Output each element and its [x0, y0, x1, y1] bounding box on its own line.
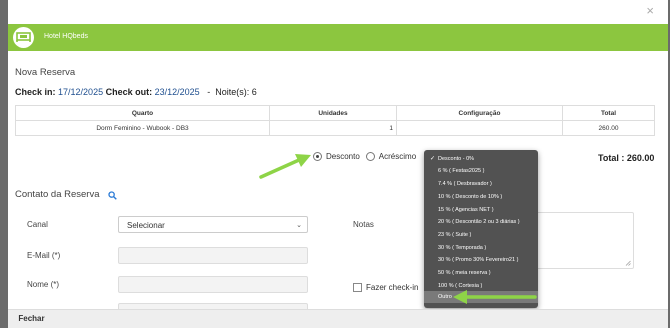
grand-total: Total : 260.00: [598, 153, 655, 163]
date-separator: -: [207, 87, 211, 97]
reservation-modal: × Hotel HQbeds Nova Reserva Check in: 17…: [8, 0, 668, 328]
column-header: Unidades: [269, 105, 397, 121]
checkin-checkbox-label: Fazer check-in: [366, 283, 419, 292]
discount-option[interactable]: 50 % ( meia reserva ): [424, 267, 538, 279]
total-cell: 260.00: [562, 120, 655, 136]
discount-option[interactable]: 7.4 % ( Desbravador ): [424, 178, 538, 190]
bed-icon: [16, 32, 31, 42]
column-header: Quarto: [15, 105, 270, 121]
hotel-name: Hotel HQbeds: [44, 33, 88, 40]
canal-selected-value: Selecionar: [127, 221, 165, 230]
canal-select[interactable]: Selecionar ⌄: [118, 216, 308, 233]
column-header: Total: [562, 105, 655, 121]
table-row: Dorm Feminino - Wubook - DB3 1 260.00: [15, 120, 655, 136]
chevron-down-icon: ⌄: [296, 222, 302, 229]
rooms-table: Quarto Unidades Configuração Total Dorm …: [15, 105, 655, 136]
checkin-label: Check in:: [15, 87, 56, 97]
units-cell: 1: [269, 120, 397, 136]
checkin-date: 17/12/2025: [58, 87, 104, 97]
page-title: Nova Reserva: [15, 67, 76, 78]
notas-label: Notas: [353, 220, 374, 229]
contact-section-title: Contato da Reserva: [15, 189, 100, 200]
discount-option[interactable]: 30 % ( Promo 30% Fevereiro21 ): [424, 254, 538, 266]
close-icon[interactable]: ×: [646, 3, 654, 18]
nome-label: Nome (*): [27, 280, 60, 289]
checkin-checkbox[interactable]: [353, 283, 362, 292]
resize-handle-icon[interactable]: [625, 260, 631, 266]
price-adjust-radios: Desconto Acréscimo: [313, 152, 416, 161]
nights-count: Noite(s): 6: [215, 87, 257, 97]
discount-option[interactable]: Desconto - 0%: [424, 153, 538, 165]
nome-field[interactable]: [118, 276, 308, 293]
checkout-label: Check out:: [105, 87, 153, 97]
acrescimo-radio[interactable]: [365, 152, 375, 161]
discount-option[interactable]: 15 % ( Agencias NET ): [424, 204, 538, 216]
hotel-header: Hotel HQbeds: [8, 24, 668, 51]
discount-option[interactable]: 30 % ( Temporada ): [424, 242, 538, 254]
annotation-arrow-icon: [259, 154, 311, 179]
email-field[interactable]: [118, 247, 308, 264]
modal-footer: [8, 309, 668, 328]
checkout-date: 23/12/2025: [154, 87, 200, 97]
email-label: E-Mail (*): [27, 251, 61, 260]
canal-label: Canal: [27, 220, 48, 229]
room-name-cell: Dorm Feminino - Wubook - DB3: [15, 120, 270, 136]
config-cell: [396, 120, 563, 136]
discount-option[interactable]: 6 % ( Festas2025 ): [424, 165, 538, 177]
hotel-logo: [13, 27, 34, 48]
column-header: Configuração: [396, 105, 563, 121]
fechar-button[interactable]: Fechar: [15, 310, 48, 327]
discount-option[interactable]: 23 % ( Suite ): [424, 229, 538, 241]
discount-option[interactable]: 20 % ( Descontão 2 ou 3 diárias ): [424, 216, 538, 228]
stay-dates: Check in: 17/12/2025 Check out: 23/12/20…: [15, 87, 257, 97]
discount-option[interactable]: 10 % ( Desconto de 10% ): [424, 191, 538, 203]
discount-dropdown[interactable]: Desconto - 0% 6 % ( Festas2025 ) 7.4 % (…: [424, 150, 538, 308]
search-icon[interactable]: [108, 191, 117, 200]
checkin-checkbox-row: Fazer check-in: [353, 283, 418, 292]
acrescimo-label: Acréscimo: [378, 152, 417, 161]
desconto-label: Desconto: [326, 152, 360, 161]
annotation-arrow-icon: [453, 290, 537, 304]
